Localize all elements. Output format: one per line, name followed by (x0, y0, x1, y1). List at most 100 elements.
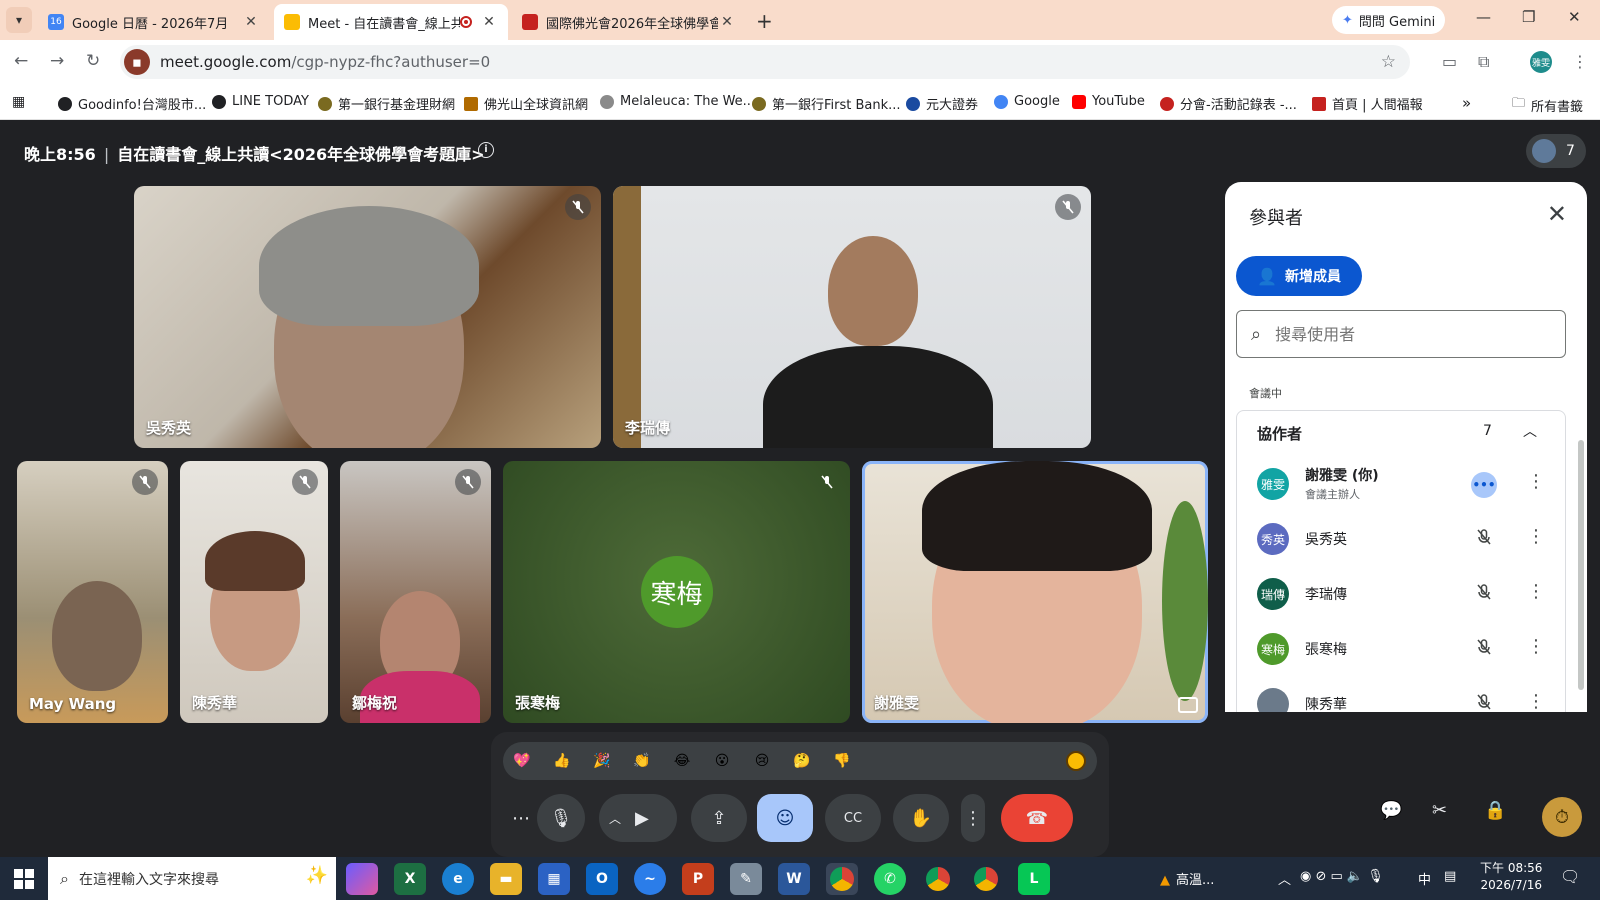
more-vert-icon[interactable]: ⋮ (1527, 581, 1545, 602)
close-tab-icon[interactable]: ✕ (718, 14, 736, 30)
messenger-icon[interactable]: ~ (634, 863, 666, 895)
reaction-sad[interactable]: 😢 (749, 748, 775, 774)
video-tile[interactable]: 寒梅 張寒梅 (503, 461, 850, 723)
close-window-button[interactable]: ✕ (1568, 8, 1581, 26)
notifications-icon[interactable]: 🗨 (1560, 867, 1580, 886)
back-button[interactable]: ← (14, 51, 28, 71)
chevron-up-icon[interactable]: ︿ (1523, 421, 1537, 441)
reaction-thinking[interactable]: 🤔 (789, 748, 815, 774)
minimize-button[interactable]: — (1476, 8, 1491, 26)
paint-icon[interactable]: ✎ (730, 863, 762, 895)
add-people-button[interactable]: 👤 新增成員 (1236, 256, 1362, 296)
reaction-surprised[interactable]: 😮 (709, 748, 735, 774)
address-bar[interactable]: ◼ meet.google.com/cgp-nypz-fhc?authuser=… (120, 45, 1410, 79)
video-tile-self[interactable]: 謝雅雯 (862, 461, 1208, 723)
activities-button[interactable]: ✂ (1432, 800, 1447, 821)
powerpoint-icon[interactable]: P (682, 863, 714, 895)
bookmark-line-today[interactable]: LINE TODAY (212, 94, 309, 109)
participant-row[interactable]: 寒梅 張寒梅 ⋮ (1237, 622, 1567, 677)
cast-icon[interactable]: ▭ (1442, 52, 1457, 71)
edge-icon[interactable]: e (442, 863, 474, 895)
excel-icon[interactable]: X (394, 863, 426, 895)
bookmark-first-bank[interactable]: 第一銀行First Bank... (752, 94, 901, 113)
mic-off-icon[interactable] (1475, 693, 1493, 712)
reaction-thumbs-up[interactable]: 👍 (549, 748, 575, 774)
close-tab-icon[interactable]: ✕ (480, 14, 498, 30)
tab-meet[interactable]: Meet - 自在讀書會_線上共讀 ✕ (274, 4, 508, 40)
ask-gemini-button[interactable]: ✦ 問問 Gemini (1332, 6, 1446, 34)
participant-count-button[interactable]: 7 (1526, 134, 1586, 168)
more-options-button[interactable]: ⋮ (961, 794, 985, 842)
camera-group[interactable]: ︿ ▶ (599, 794, 677, 842)
mic-off-icon[interactable] (1475, 528, 1493, 550)
chrome-active-icon[interactable] (826, 863, 858, 895)
bookmark-fgs[interactable]: 佛光山全球資訊網 (464, 94, 588, 113)
leave-call-button[interactable]: ☎ (1001, 794, 1073, 842)
reaction-clap[interactable]: 👏 (629, 748, 655, 774)
host-controls-button[interactable]: 🔒 (1484, 800, 1506, 821)
taskbar-search[interactable]: ⌕ 在這裡輸入文字來搜尋 ✨ (48, 857, 336, 900)
video-tile[interactable]: 李瑞傳 (613, 186, 1091, 448)
participant-row[interactable]: 秀英 吳秀英 ⋮ (1237, 512, 1567, 567)
chrome-menu-icon[interactable]: ⋮ (1572, 52, 1588, 71)
panel-scrollbar[interactable] (1578, 440, 1584, 690)
copilot-icon[interactable] (346, 863, 378, 895)
bookmark-google[interactable]: Google (994, 94, 1060, 109)
mic-off-icon[interactable] (1475, 638, 1493, 660)
participant-row[interactable]: 瑞傳 李瑞傳 ⋮ (1237, 567, 1567, 622)
video-tile[interactable]: 陳秀華 (180, 461, 328, 723)
bookmark-yuanta[interactable]: 元大證券 (906, 94, 978, 113)
apps-grid-icon[interactable]: ▦ (12, 94, 25, 110)
more-vert-icon[interactable]: ⋮ (1527, 471, 1545, 492)
bookmark-star-icon[interactable]: ☆ (1381, 52, 1396, 72)
reaction-party[interactable]: 🎉 (589, 748, 615, 774)
pop-out-icon[interactable] (1178, 697, 1198, 713)
chat-button[interactable]: 💬 (1380, 800, 1402, 821)
ime-indicator[interactable]: 中 (1418, 869, 1431, 888)
participant-row[interactable]: 陳秀華 ⋮ (1237, 677, 1567, 712)
restore-button[interactable]: ❐ (1522, 8, 1535, 26)
participant-row[interactable]: 雅雯 謝雅雯 (你) 會議主辦人 ••• ⋮ (1237, 457, 1567, 512)
bookmark-melaleuca[interactable]: Melaleuca: The We... (600, 94, 755, 109)
more-vert-icon[interactable]: ⋮ (1527, 526, 1545, 547)
bookmark-merit-times[interactable]: 首頁 | 人間福報 (1312, 94, 1423, 113)
profile-avatar[interactable]: 雅雯 (1530, 51, 1552, 73)
line-icon[interactable]: L (1018, 863, 1050, 895)
raise-hand-button[interactable]: ✋ (893, 794, 949, 842)
ime-mode-icon[interactable]: ▤ (1444, 869, 1456, 884)
reactions-button[interactable]: ☺ (757, 794, 813, 842)
meeting-info-icon[interactable]: i (478, 142, 494, 158)
video-tile[interactable]: 鄒梅祝 (340, 461, 491, 723)
bookmark-youtube[interactable]: YouTube (1072, 94, 1145, 109)
bookmark-activity-log[interactable]: 分會-活動記錄表 -... (1160, 94, 1297, 113)
reload-button[interactable]: ↻ (86, 51, 100, 71)
search-input[interactable] (1275, 324, 1526, 344)
reaction-thumbs-down[interactable]: 👎 (829, 748, 855, 774)
tab-google-calendar[interactable]: 16 Google 日曆 - 2026年7月 ✕ (38, 4, 270, 40)
system-tray-icons[interactable]: ◉ ⊘ ▭ 🔈 🎙 (1300, 869, 1384, 884)
extensions-icon[interactable]: ⧉ (1478, 52, 1489, 72)
captions-button[interactable]: CC (825, 794, 881, 842)
video-tile[interactable]: 吳秀英 (134, 186, 601, 448)
show-hidden-icons[interactable]: ︿ (1278, 869, 1291, 888)
present-screen-button[interactable]: ⇪ (691, 794, 747, 842)
tab-buddhist-exam[interactable]: 國際佛光會2026年全球佛學會考 ✕ (512, 4, 746, 40)
forward-button[interactable]: → (50, 51, 64, 71)
bookmark-goodinfo[interactable]: Goodinfo!台灣股市... (58, 94, 206, 113)
close-panel-icon[interactable]: ✕ (1547, 200, 1567, 228)
reaction-heart[interactable]: 💖 (509, 748, 535, 774)
more-vert-icon[interactable]: ⋮ (1527, 636, 1545, 657)
mic-off-icon[interactable] (1475, 583, 1493, 605)
timer-button[interactable]: ⏱ (1542, 797, 1582, 837)
bookmark-first-bank-fund[interactable]: 第一銀行基金理財網 (318, 94, 455, 113)
new-tab-button[interactable]: + (756, 9, 773, 33)
skin-tone-selector[interactable] (1066, 751, 1086, 771)
more-bookmarks-icon[interactable]: » (1462, 94, 1471, 112)
microphone-button[interactable]: 🎙 (537, 794, 585, 842)
outlook-icon[interactable]: O (586, 863, 618, 895)
windows-start-button[interactable] (14, 869, 34, 889)
more-vert-icon[interactable]: ⋮ (1527, 691, 1545, 712)
more-audio-options-button[interactable]: ⋯ (505, 794, 537, 842)
tab-search-button[interactable]: ▾ (6, 7, 32, 33)
file-explorer-icon[interactable]: ▬ (490, 863, 522, 895)
